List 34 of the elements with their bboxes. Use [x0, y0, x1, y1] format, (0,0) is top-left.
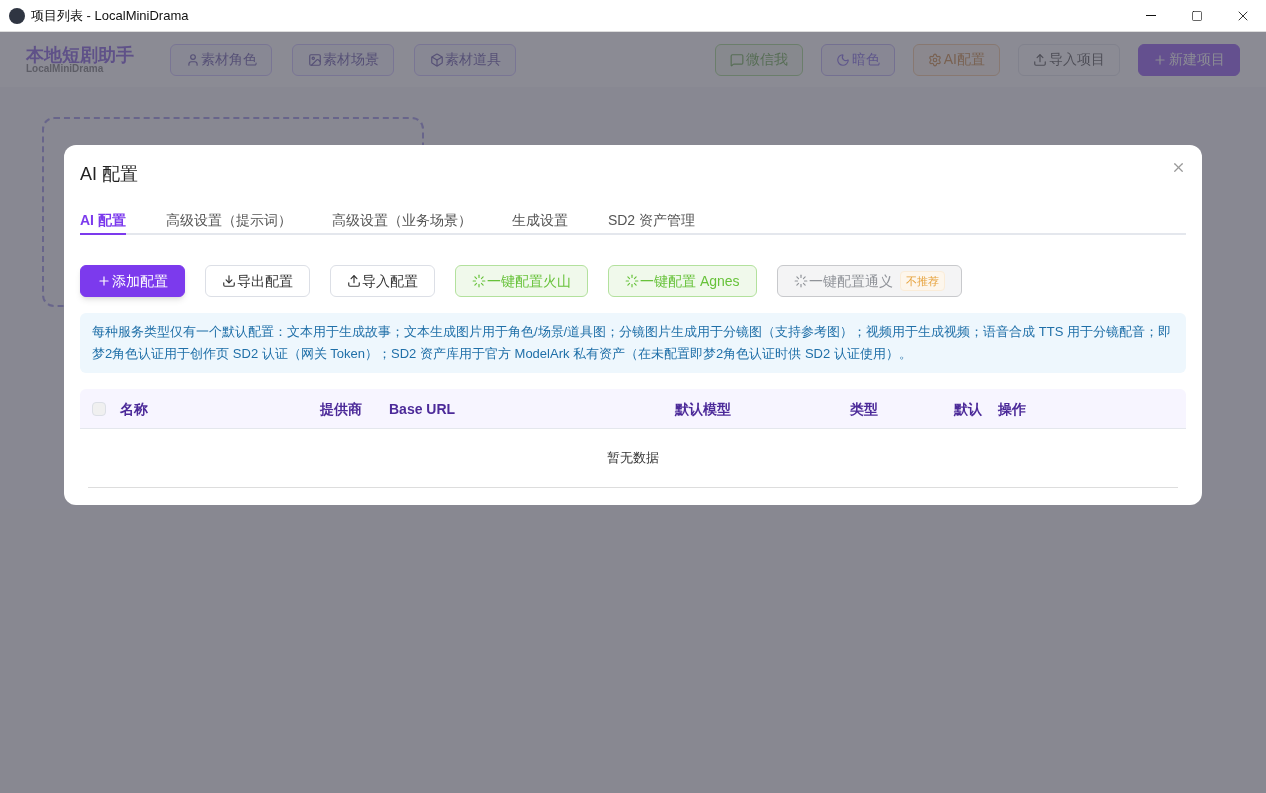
- empty-text: 暂无数据: [607, 449, 659, 468]
- loading-icon: [793, 274, 808, 288]
- plus-icon: [97, 274, 111, 288]
- app-logo: 本地短剧助手: [26, 45, 134, 64]
- upload-icon: [347, 274, 361, 288]
- action-button[interactable]: 导出配置: [205, 265, 310, 297]
- loading-icon: [472, 274, 486, 288]
- column-header: 名称: [120, 400, 148, 417]
- close-button[interactable]: [1171, 160, 1186, 175]
- column-header: 操作: [998, 400, 1026, 417]
- tab[interactable]: AI 配置: [80, 207, 126, 235]
- tab[interactable]: 高级设置（业务场景）: [331, 207, 472, 235]
- tab[interactable]: 生成设置: [511, 207, 568, 235]
- column-header: 类型: [850, 400, 878, 417]
- close-icon: [1171, 160, 1186, 175]
- action-button[interactable]: 导入配置: [330, 265, 435, 297]
- column-header: 默认: [954, 400, 982, 417]
- info-notice: 每种服务类型仅有一个默认配置：文本用于生成故事；文本生成图片用于角色/场景/道具图；分镜图片生成用于分镜图（支持参考图）；视频用于生成视频；语音合成 TTS 用于分镜配音；即梦2角色认证用于创作页 SD2 认证（网关 Token）；SD2 资产库用于官方 ModelArk 私有资产（在未配置即梦2角色认证时供 SD2 认证使用）。: [80, 313, 1186, 373]
- app-icon: [9, 7, 25, 24]
- column-header: 默认模型: [675, 400, 731, 417]
- minimize-icon: [1146, 15, 1156, 16]
- tab[interactable]: 高级设置（提示词）: [165, 207, 292, 235]
- action-button[interactable]: 一键配置通义 不推荐: [776, 265, 962, 297]
- action-button[interactable]: 添加配置: [80, 265, 185, 297]
- window-title: 项目列表 - LocalMiniDrama: [31, 6, 189, 25]
- download-icon: [222, 274, 236, 288]
- not-recommended-tag: 不推荐: [899, 270, 945, 292]
- column-header: 提供商: [320, 400, 362, 417]
- maximize-icon: [1191, 9, 1203, 22]
- select-all-checkbox[interactable]: [92, 401, 106, 416]
- loading-icon: [625, 274, 639, 288]
- tab[interactable]: SD2 资产管理: [607, 207, 695, 235]
- dialog-title: AI 配置: [80, 163, 138, 186]
- column-header: Base URL: [389, 400, 456, 417]
